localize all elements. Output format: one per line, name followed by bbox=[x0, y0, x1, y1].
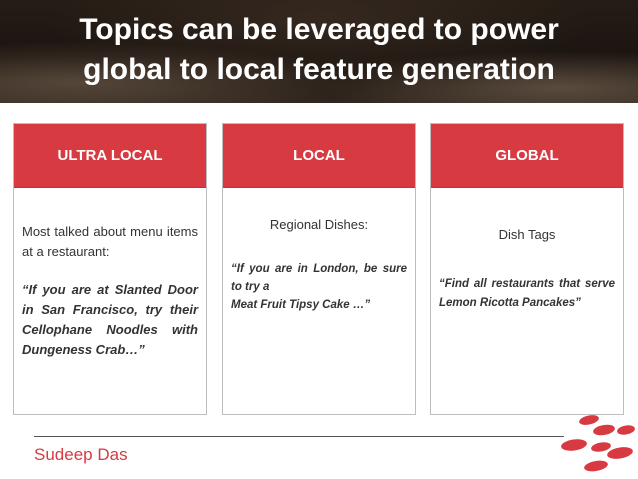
title-line-2: global to local feature generation bbox=[83, 53, 555, 86]
card-lead-text: Regional Dishes: bbox=[269, 217, 369, 232]
card-body: Dish Tags “Find all restaurants that ser… bbox=[431, 225, 623, 313]
card-quote-line-1: “If you are in London, be sure to try a bbox=[231, 263, 407, 293]
card-ultra-local: ULTRA LOCAL Most talked about menu items… bbox=[13, 123, 207, 415]
card-heading: LOCAL bbox=[223, 124, 415, 188]
footer-divider bbox=[34, 436, 564, 437]
card-local: LOCAL Regional Dishes: “If you are in Lo… bbox=[222, 123, 416, 415]
card-global: GLOBAL Dish Tags “Find all restaurants t… bbox=[430, 123, 624, 415]
card-lead-text: Most talked about menu items at a restau… bbox=[22, 224, 198, 259]
card-quote-line-2: Meat Fruit Tipsy Cake …” bbox=[231, 299, 371, 311]
card-quote-text: “Find all restaurants that serve Lemon R… bbox=[439, 278, 615, 309]
card-heading: ULTRA LOCAL bbox=[14, 124, 206, 188]
slide-title: Topics can be leveraged to power global … bbox=[0, 10, 638, 90]
card-lead-text: Dish Tags bbox=[498, 227, 556, 242]
title-line-1: Topics can be leveraged to power bbox=[79, 13, 559, 46]
header-banner: Topics can be leveraged to power global … bbox=[0, 0, 638, 103]
card-body: Most talked about menu items at a restau… bbox=[14, 222, 206, 360]
card-body: Regional Dishes: “If you are in London, … bbox=[223, 215, 415, 314]
card-quote-text: “If you are in London, be sure to try a … bbox=[231, 260, 407, 314]
author-name: Sudeep Das bbox=[34, 445, 128, 464]
red-dots-logo-icon bbox=[561, 415, 635, 472]
card-heading: GLOBAL bbox=[431, 124, 623, 188]
card-quote-text: “If you are at Slanted Door in San Franc… bbox=[22, 282, 198, 357]
